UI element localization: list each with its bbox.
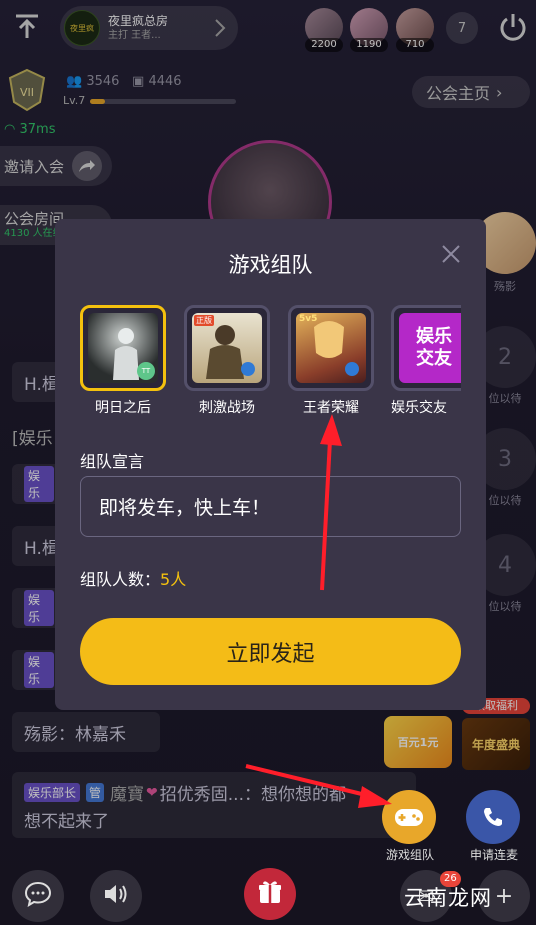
annotation-arrows: [245, 414, 392, 808]
arrow-up-icon: [320, 439, 332, 591]
arrow-diagonal-icon: [245, 764, 371, 798]
